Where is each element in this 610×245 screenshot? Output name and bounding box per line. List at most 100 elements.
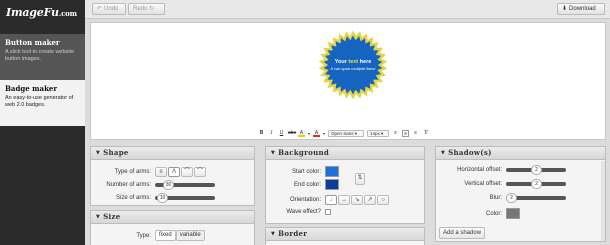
wave-effect-checkbox[interactable]: [325, 209, 331, 215]
add-shadow-button[interactable]: Add a shadow: [439, 227, 486, 239]
border-panel-header[interactable]: ▼ Border: [266, 228, 424, 241]
arms-type-round-button[interactable]: ⌒: [181, 167, 193, 177]
main-area: ↶ Undo Redo ↻ ⬇ Download Your text here It…: [85, 0, 610, 245]
collapse-arrow-icon: ▼: [441, 150, 446, 156]
panel-scrollbar[interactable]: [601, 161, 605, 241]
clear-format-icon[interactable]: T̸: [422, 130, 429, 137]
panel-title: Shape: [103, 148, 129, 157]
logo-suffix: .com: [58, 9, 77, 18]
panel-title: Background: [278, 148, 330, 157]
logo-text: ImageFu: [6, 6, 59, 19]
arms-count-knob[interactable]: 30: [163, 180, 174, 190]
download-label: Download: [569, 6, 596, 12]
strikethrough-icon[interactable]: abc: [288, 130, 296, 137]
arms-type-curve-button[interactable]: ⌒: [194, 167, 206, 177]
sidebar-item-desc: An easy-to-use generator of web 2.0 badg…: [5, 95, 74, 108]
arms-size-slider[interactable]: 10: [155, 193, 215, 203]
badge-text-part: here: [358, 59, 372, 65]
shadow-color-swatch[interactable]: [506, 208, 520, 219]
shape-panel-header[interactable]: ▼ Shape: [91, 147, 254, 160]
undo-icon: ↶: [97, 6, 103, 12]
blur-label: Blur:: [489, 195, 502, 201]
orientation-diag-down-button[interactable]: ↘: [351, 195, 363, 205]
badge-text-highlight: text: [348, 59, 359, 65]
badge-text-line2: It can span multiple lines!: [330, 66, 376, 71]
blur-slider[interactable]: 2: [506, 193, 566, 203]
sidebar-item-button-maker[interactable]: Button maker A slick tool to create webs…: [0, 34, 85, 80]
end-color-swatch[interactable]: [325, 179, 339, 190]
sidebar-item-desc: A slick tool to create website button im…: [5, 49, 75, 62]
align-center-icon[interactable]: ≡: [402, 130, 410, 137]
badge-text-part: Your: [334, 59, 349, 65]
orientation-diag-up-button[interactable]: ↗: [364, 195, 376, 205]
border-panel: ▼ Border: [265, 227, 425, 245]
undo-label: Undo: [104, 6, 119, 12]
sidebar-item-badge-maker[interactable]: Badge maker An easy-to-use generator of …: [0, 80, 85, 126]
panel-title: Shadow(s): [448, 148, 492, 157]
redo-label: Redo: [133, 6, 148, 12]
collapse-arrow-icon: ▼: [271, 231, 276, 237]
shadows-panel-header[interactable]: ▼ Shadow(s): [436, 147, 605, 160]
orientation-down-button[interactable]: ↓: [325, 195, 337, 205]
redo-button[interactable]: Redo ↻: [128, 3, 165, 15]
orientation-radial-button[interactable]: ○: [377, 195, 389, 205]
text-color-icon[interactable]: A: [298, 130, 305, 137]
size-fixed-button[interactable]: fixed: [155, 230, 176, 241]
size-panel-header[interactable]: ▼ Size: [91, 211, 254, 224]
sidebar: ImageFu.com Button maker A slick tool to…: [0, 0, 85, 245]
vertical-offset-slider[interactable]: 2: [506, 179, 566, 189]
wave-effect-label: Wave effect?: [286, 209, 321, 215]
shadow-color-label: Color:: [485, 210, 502, 217]
align-right-icon[interactable]: ≡: [412, 130, 419, 137]
size-variable-button[interactable]: variable: [175, 230, 205, 241]
arms-size-knob[interactable]: 10: [157, 193, 168, 203]
download-button[interactable]: ⬇ Download: [557, 3, 605, 15]
collapse-arrow-icon: ▼: [96, 214, 101, 220]
align-left-icon[interactable]: ≡: [392, 130, 399, 137]
download-icon: ⬇: [562, 6, 568, 12]
vertical-offset-label: Vertical offset:: [464, 181, 502, 187]
background-panel-header[interactable]: ▼ Background: [266, 147, 424, 160]
arms-count-slider[interactable]: 30: [155, 180, 215, 190]
font-size-value: 14px: [370, 131, 380, 136]
vertical-offset-knob[interactable]: 2: [531, 179, 542, 189]
blur-knob[interactable]: 2: [506, 193, 517, 203]
horizontal-offset-label: Horizontal offset:: [457, 167, 502, 173]
shape-panel: ▼ Shape Type of arms: ≡ Λ ⌒ ⌒ Number of a…: [90, 146, 255, 206]
badge-text-line1: Your text here: [319, 59, 387, 65]
undo-button[interactable]: ↶ Undo: [92, 3, 126, 15]
size-type-label: Type:: [136, 232, 151, 239]
toolbar: ↶ Undo Redo ↻ ⬇ Download: [85, 0, 610, 19]
panel-title: Border: [278, 229, 308, 238]
badge-canvas[interactable]: Your text here It can span multiple line…: [90, 22, 606, 140]
bold-icon[interactable]: B: [258, 130, 265, 137]
swap-colors-icon[interactable]: ⇅: [355, 173, 365, 185]
size-panel: ▼ Size Type: fixed variable: [90, 210, 255, 245]
collapse-arrow-icon: ▼: [271, 150, 276, 156]
horizontal-offset-knob[interactable]: 2: [531, 165, 542, 175]
collapse-arrow-icon: ▼: [96, 150, 101, 156]
end-color-label: End color:: [293, 181, 321, 188]
orientation-right-button[interactable]: →: [338, 195, 350, 205]
chevron-down-icon[interactable]: ▾: [308, 131, 310, 136]
logo[interactable]: ImageFu.com: [0, 0, 85, 34]
orientation-label: Orientation:: [289, 197, 321, 203]
shadows-panel: ▼ Shadow(s) Horizontal offset: 2 Vertical…: [435, 146, 606, 242]
badge-text[interactable]: Your text here It can span multiple line…: [319, 59, 387, 71]
font-size-select[interactable]: 14px ▾: [367, 130, 390, 137]
arms-count-label: Number of arms:: [106, 182, 151, 188]
highlight-color-icon[interactable]: A: [313, 130, 321, 137]
font-family-select[interactable]: Open Sans ▾: [328, 130, 365, 137]
panel-title: Size: [103, 212, 121, 221]
redo-icon: ↻: [149, 6, 155, 12]
chevron-down-icon[interactable]: ▾: [323, 131, 325, 136]
font-family-value: Open Sans: [331, 131, 354, 136]
underline-icon[interactable]: U: [278, 130, 285, 137]
start-color-label: Start color:: [291, 168, 321, 175]
horizontal-offset-slider[interactable]: 2: [506, 165, 566, 175]
arms-type-flat-button[interactable]: ≡: [155, 167, 167, 177]
italic-icon[interactable]: I: [268, 130, 275, 137]
start-color-swatch[interactable]: [325, 166, 339, 177]
arms-type-sharp-button[interactable]: Λ: [168, 167, 180, 177]
arms-type-label: Type of arms:: [114, 169, 151, 175]
